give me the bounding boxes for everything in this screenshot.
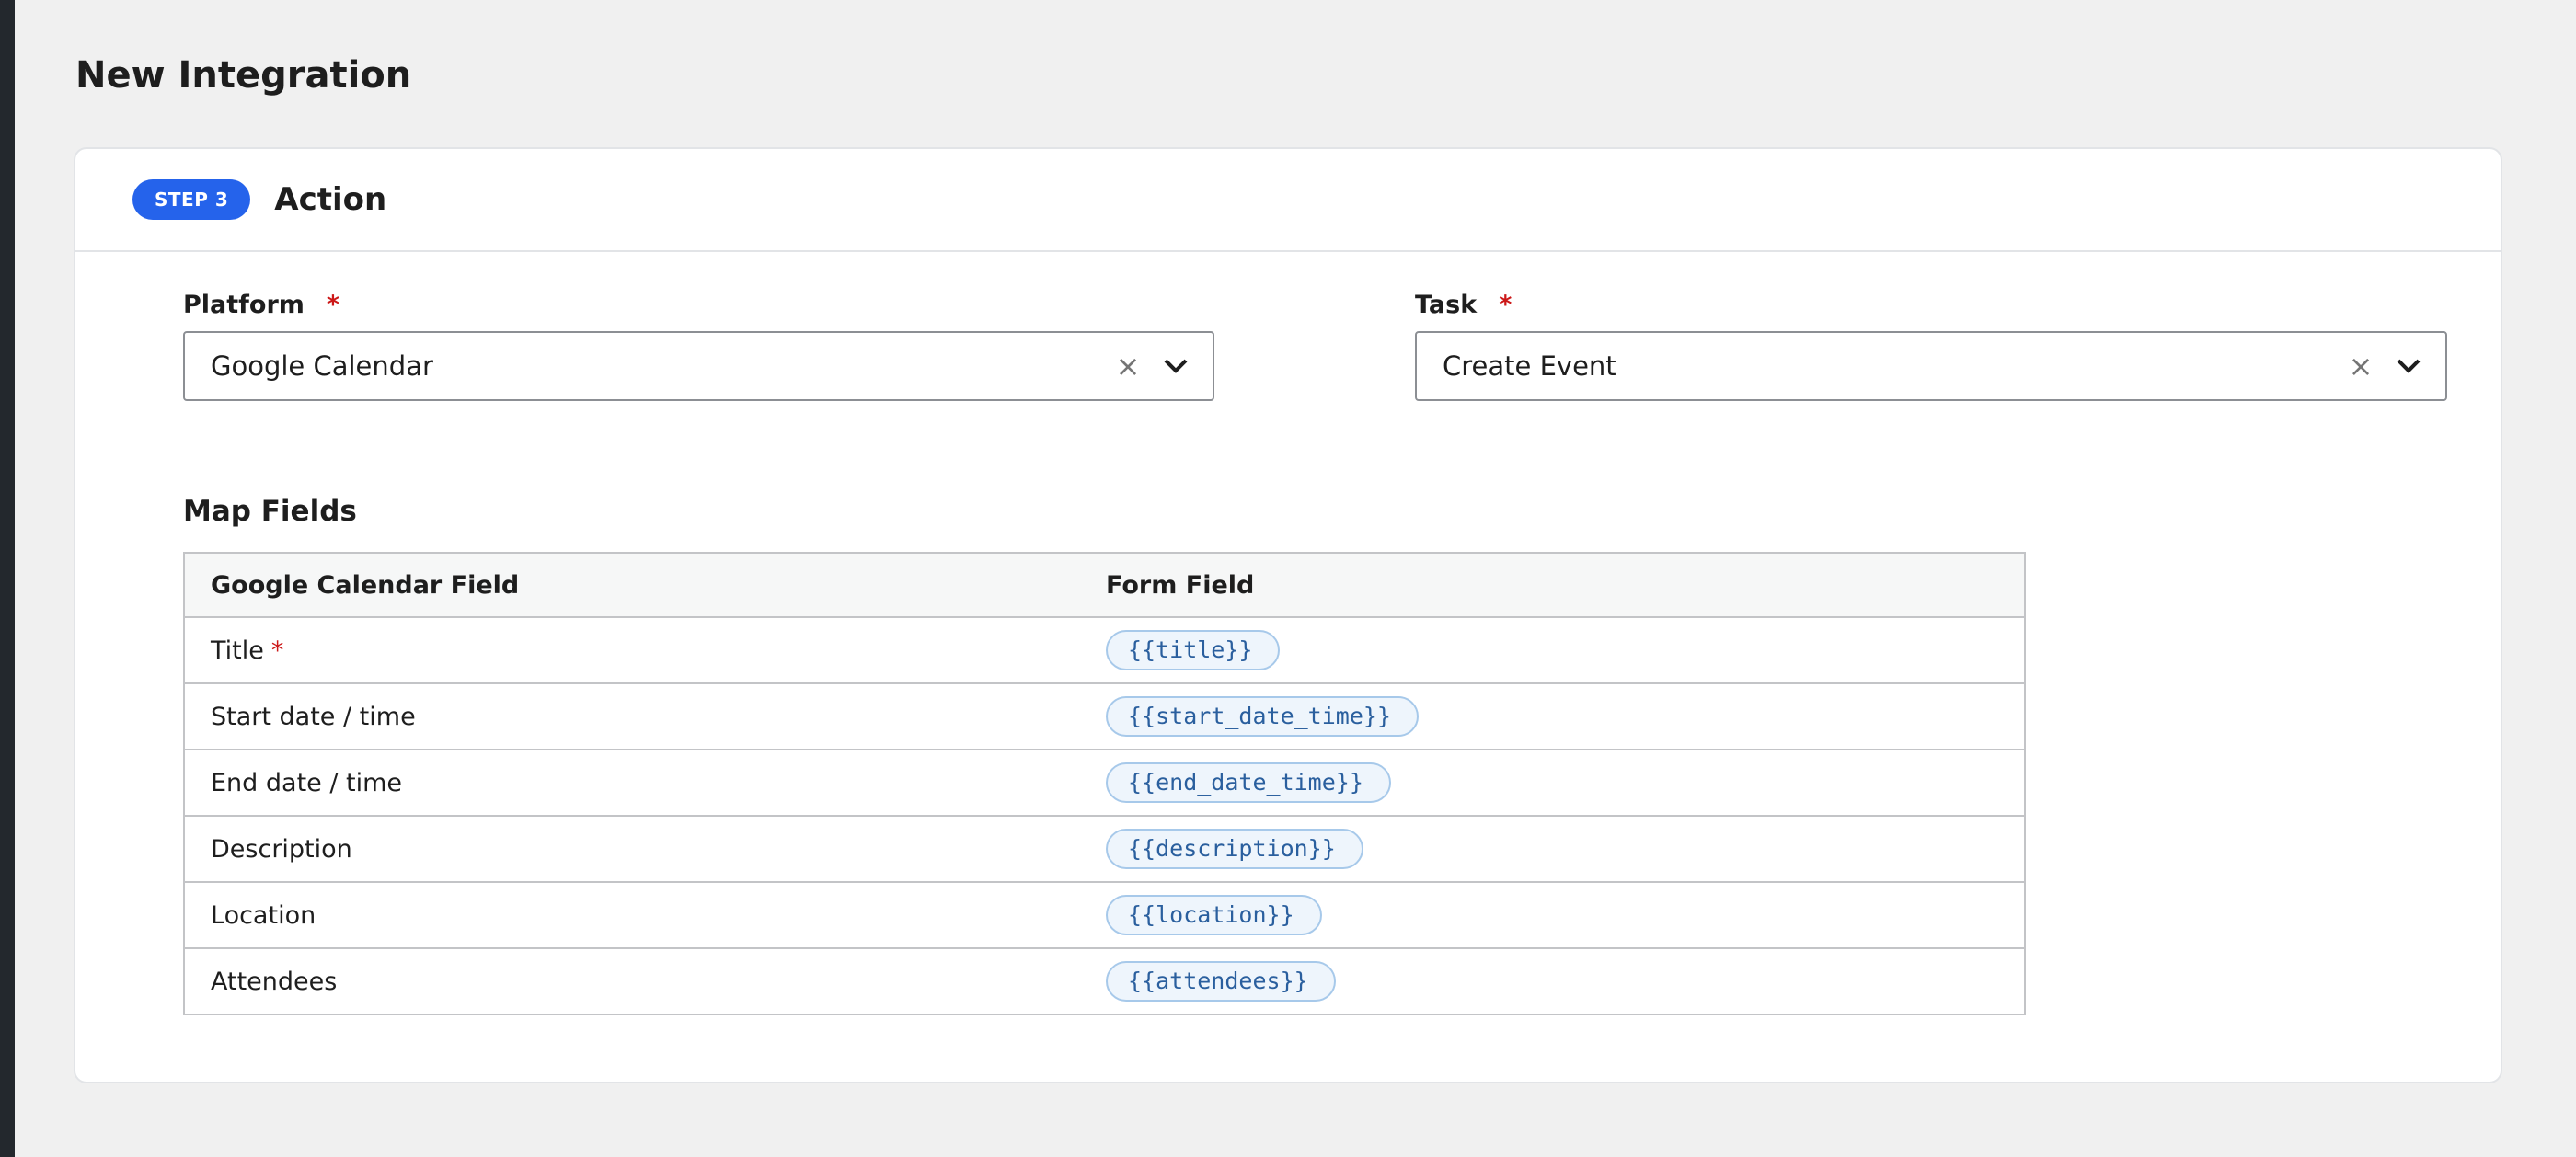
table-row: Description {{description}}	[184, 816, 2025, 883]
platform-select[interactable]: Google Calendar ×	[183, 331, 1214, 401]
form-field-token[interactable]: {{attendees}}	[1106, 961, 1336, 1002]
field-name: Description	[184, 816, 1106, 883]
table-header-row: Google Calendar Field Form Field	[184, 553, 2025, 618]
form-field-token[interactable]: {{title}}	[1106, 630, 1281, 670]
token-cell: {{end_date_time}}	[1106, 750, 2025, 817]
token-cell: {{title}}	[1106, 617, 2025, 684]
page-title: New Integration	[75, 54, 412, 97]
platform-select-value: Google Calendar	[211, 350, 433, 382]
table-row: Title * {{title}}	[184, 617, 2025, 684]
step-title: Action	[274, 181, 387, 218]
task-required-mark: *	[1499, 291, 1512, 319]
chevron-down-icon[interactable]	[1148, 348, 1203, 384]
map-fields-title: Map Fields	[183, 495, 357, 528]
table-row: End date / time {{end_date_time}}	[184, 750, 2025, 817]
table-row: Attendees {{attendees}}	[184, 948, 2025, 1015]
close-icon[interactable]: ×	[2340, 351, 2381, 381]
platform-label-text: Platform	[183, 291, 305, 319]
field-name: Title	[211, 636, 264, 665]
task-label-text: Task	[1415, 291, 1478, 319]
field-name: End date / time	[184, 750, 1106, 817]
step-header: STEP 3 Action	[75, 149, 2501, 252]
admin-sidebar-edge	[0, 0, 15, 1157]
column-header-source-field: Google Calendar Field	[184, 553, 1106, 618]
form-field-token[interactable]: {{location}}	[1106, 895, 1322, 935]
platform-label: Platform *	[183, 291, 339, 319]
platform-required-mark: *	[326, 291, 340, 319]
chevron-down-icon[interactable]	[2381, 348, 2436, 384]
column-header-form-field: Form Field	[1106, 553, 2025, 618]
required-mark: *	[270, 636, 284, 665]
task-label: Task *	[1415, 291, 1512, 319]
token-cell: {{location}}	[1106, 882, 2025, 949]
table-row: Start date / time {{start_date_time}}	[184, 683, 2025, 750]
token-cell: {{attendees}}	[1106, 948, 2025, 1015]
form-field-token[interactable]: {{description}}	[1106, 829, 1363, 869]
field-name: Attendees	[184, 948, 1106, 1015]
form-field-token[interactable]: {{start_date_time}}	[1106, 696, 1419, 737]
close-icon[interactable]: ×	[1108, 351, 1148, 381]
form-field-token[interactable]: {{end_date_time}}	[1106, 762, 1391, 803]
step-badge: STEP 3	[132, 179, 251, 220]
field-cell: Title *	[184, 617, 1106, 684]
field-name: Location	[184, 882, 1106, 949]
token-cell: {{start_date_time}}	[1106, 683, 2025, 750]
map-fields-table: Google Calendar Field Form Field Title * …	[183, 552, 2026, 1015]
task-select[interactable]: Create Event ×	[1415, 331, 2447, 401]
table-row: Location {{location}}	[184, 882, 2025, 949]
token-cell: {{description}}	[1106, 816, 2025, 883]
task-select-value: Create Event	[1443, 350, 1616, 382]
field-name: Start date / time	[184, 683, 1106, 750]
